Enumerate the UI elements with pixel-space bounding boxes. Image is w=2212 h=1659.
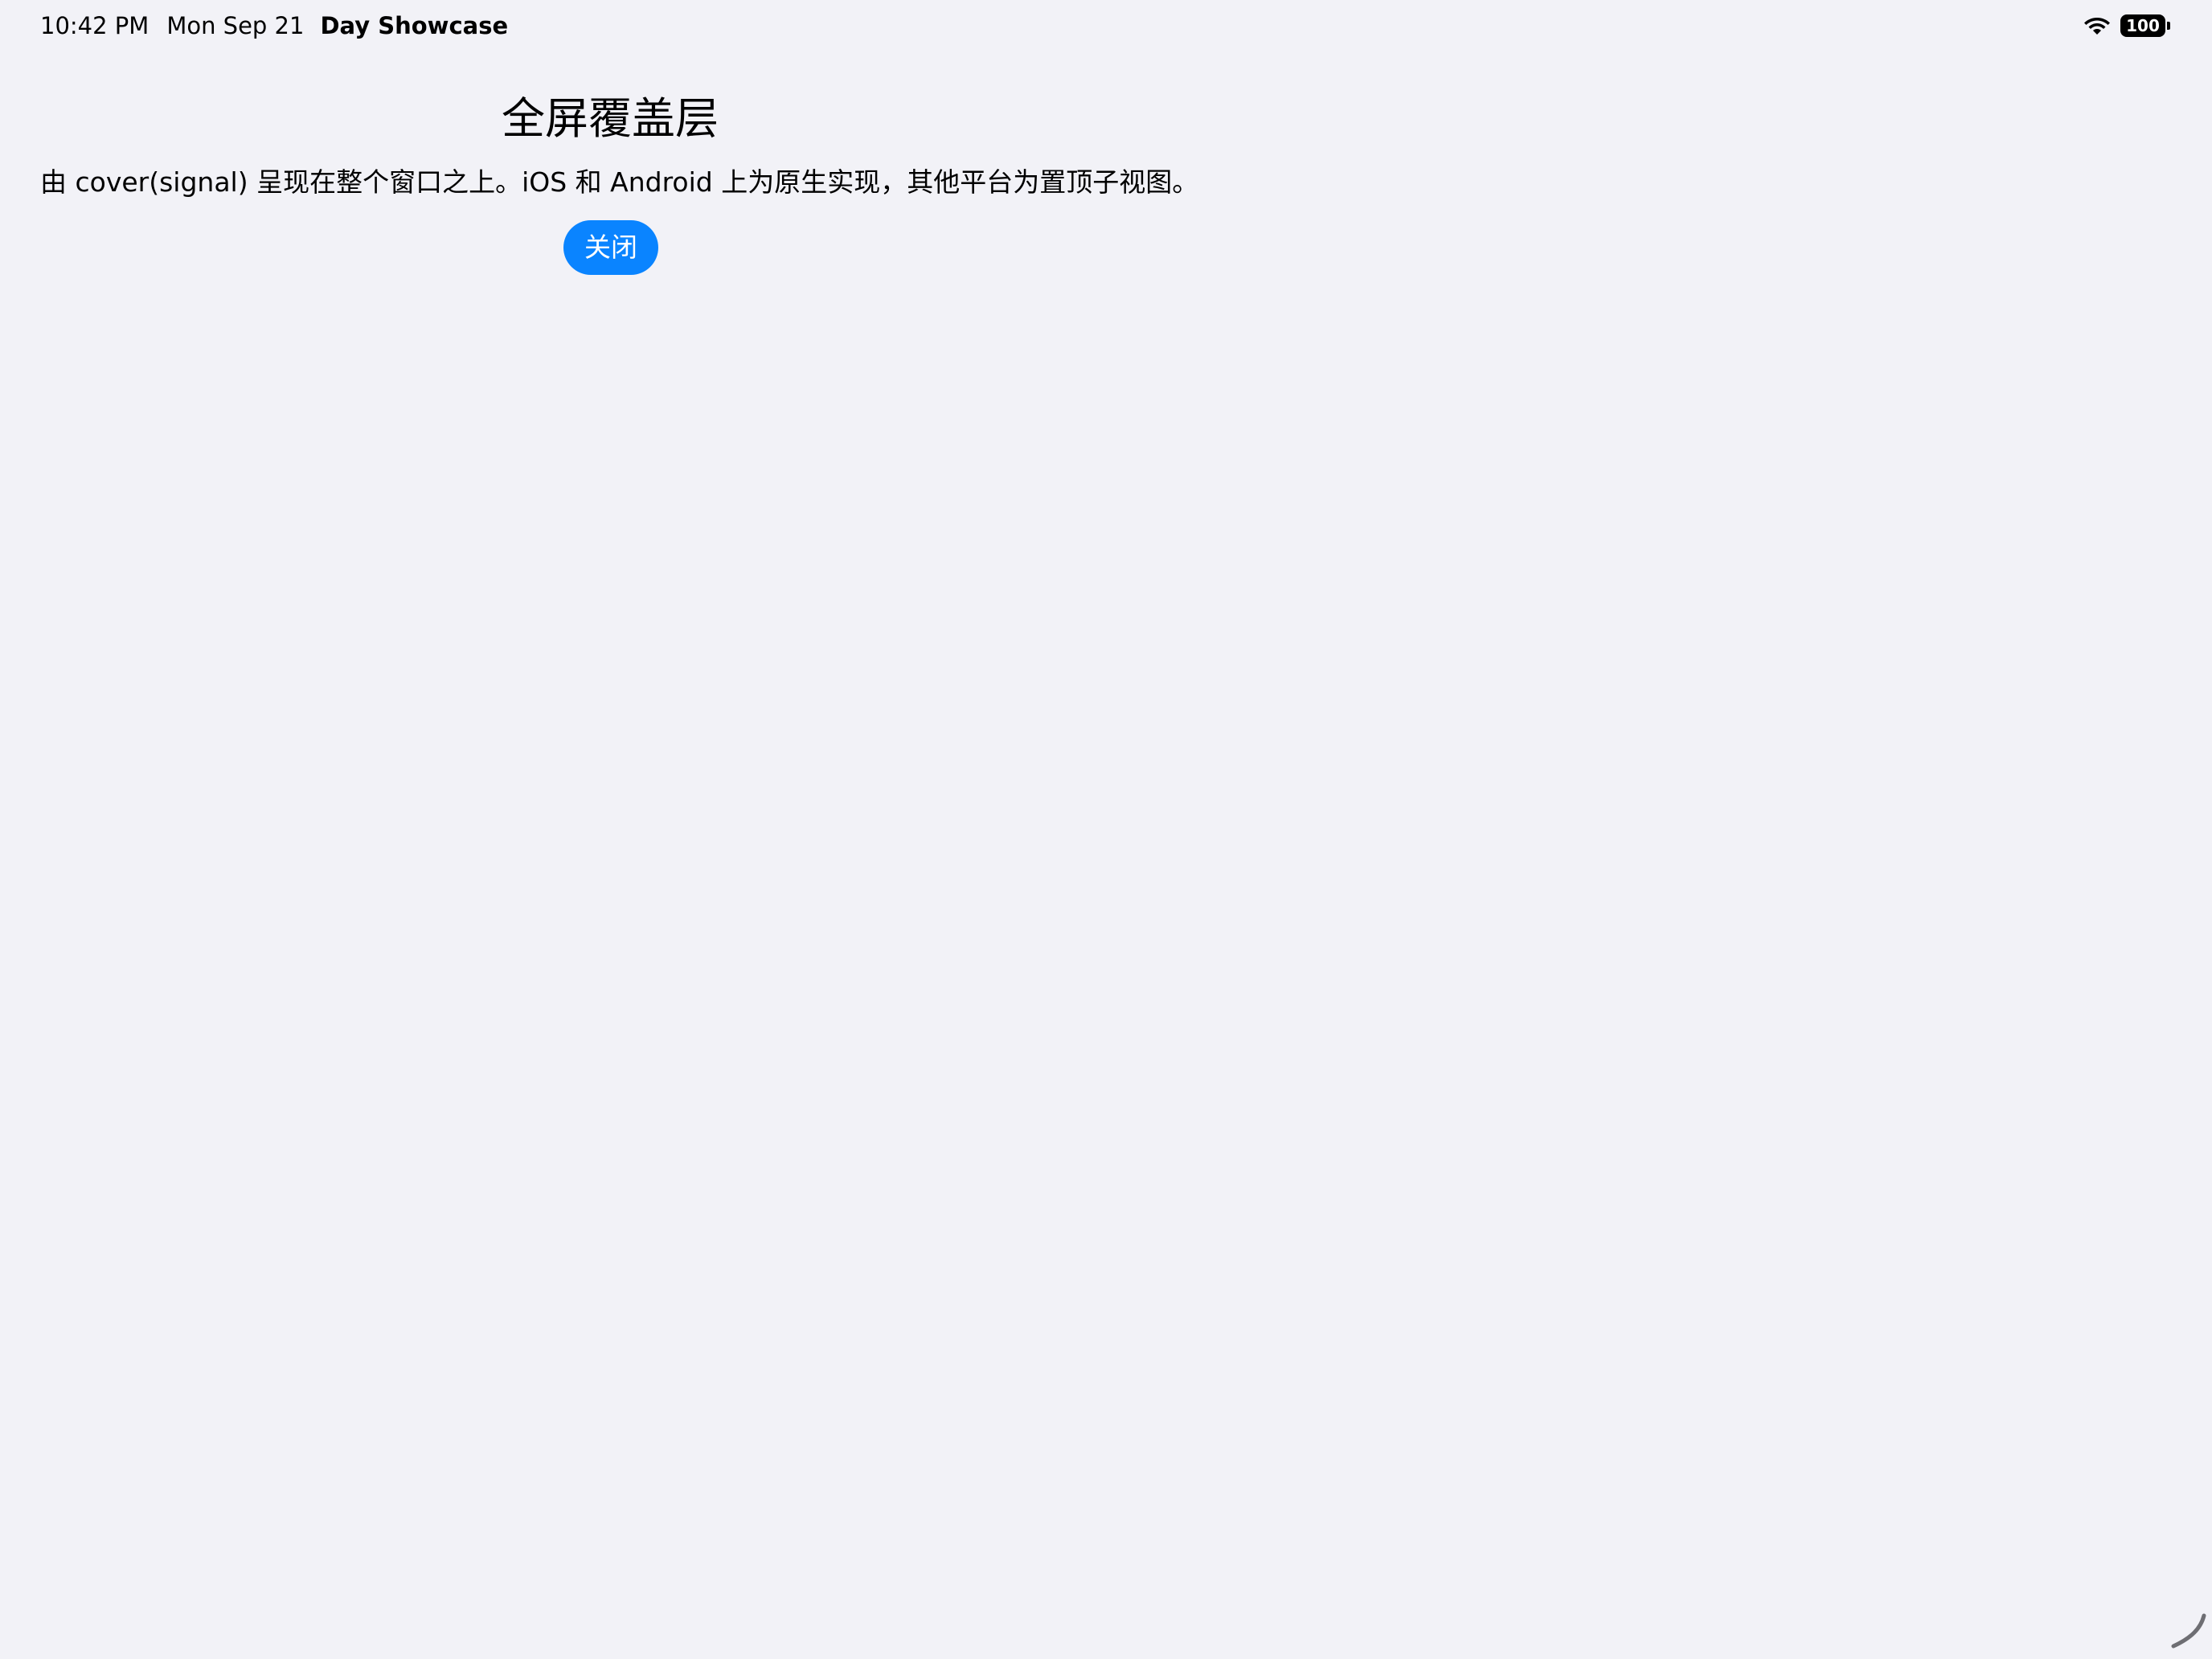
button-wrap: 关闭 <box>40 220 1182 275</box>
screen: 10:42 PM Mon Sep 21 Day Showcase 100 全屏覆… <box>0 0 2212 1659</box>
status-bar: 10:42 PM Mon Sep 21 Day Showcase 100 <box>0 0 2212 51</box>
status-time: 10:42 PM <box>40 12 150 39</box>
battery-icon: 100 <box>2120 14 2170 37</box>
status-left: 10:42 PM Mon Sep 21 Day Showcase <box>40 10 508 42</box>
title-wrap: 全屏覆盖层 <box>40 80 1182 158</box>
battery-level: 100 <box>2126 16 2160 35</box>
status-right: 100 <box>2083 11 2170 40</box>
cover-content: 全屏覆盖层 由 cover(signal) 呈现在整个窗口之上。iOS 和 An… <box>40 80 1199 275</box>
status-date: Mon Sep 21 <box>166 12 305 39</box>
cover-description: 由 cover(signal) 呈现在整个窗口之上。iOS 和 Android … <box>40 166 1199 198</box>
cover-title: 全屏覆盖层 <box>502 93 719 144</box>
battery-body: 100 <box>2120 14 2165 37</box>
corner-resize-indicator <box>2171 1613 2206 1649</box>
wifi-icon <box>2084 18 2110 35</box>
status-app-name: Day Showcase <box>320 12 509 39</box>
battery-cap <box>2167 22 2170 30</box>
close-button[interactable]: 关闭 <box>563 220 658 275</box>
